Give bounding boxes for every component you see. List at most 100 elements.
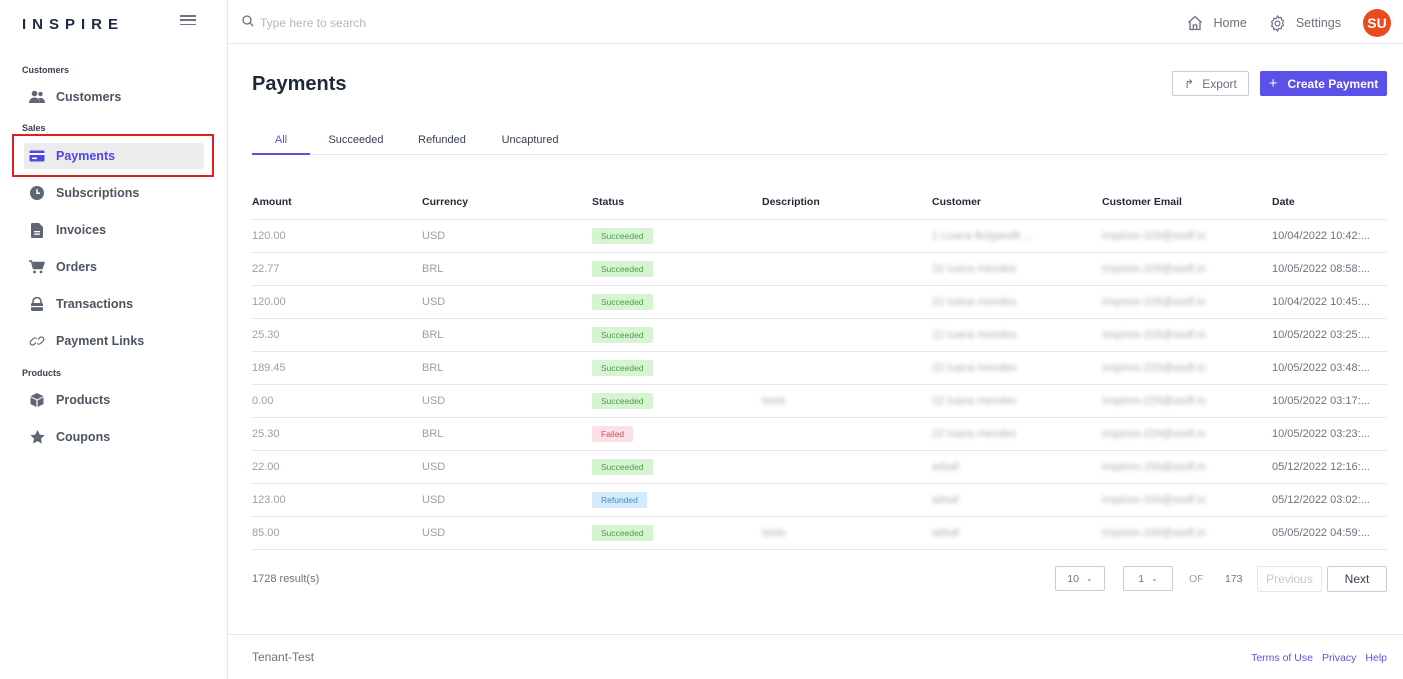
clock-icon	[29, 185, 45, 201]
settings-link[interactable]: Settings	[1269, 14, 1341, 32]
cell-description	[762, 285, 932, 319]
sidebar-item-label: Coupons	[56, 430, 111, 444]
table-row[interactable]: 120.00 USD Succeeded 1 Luana Bulgarelli ...…	[252, 219, 1387, 253]
cell-status: Succeeded	[592, 318, 762, 352]
brand-logo[interactable]: INSPIRE	[22, 14, 124, 34]
cell-email: inspires-156@asdf.io	[1102, 516, 1272, 550]
sidebar-item-label: Subscriptions	[56, 186, 140, 200]
table-row[interactable]: 123.00 USD Refunded adsaf inspires-156@asdf.…	[252, 483, 1387, 517]
status-badge: Succeeded	[592, 326, 653, 343]
home-icon	[1188, 15, 1203, 31]
cell-currency: BRL	[422, 252, 592, 286]
export-button[interactable]: ↱ Export	[1172, 71, 1249, 96]
status-badge: Succeeded	[592, 260, 653, 277]
column-header-currency[interactable]: Currency	[422, 186, 592, 220]
table-row[interactable]: 0.00 USD Succeeded teste 22 luana mendes insp…	[252, 384, 1387, 418]
payments-table: Amount Currency Status Description Custo…	[252, 186, 1387, 550]
column-header-customer-email[interactable]: Customer Email	[1102, 186, 1272, 220]
tab-succeeded[interactable]: Succeeded	[316, 128, 396, 155]
search-bar[interactable]	[242, 14, 560, 32]
avatar[interactable]: SU	[1363, 9, 1391, 37]
sidebar-item-subscriptions[interactable]: Subscriptions	[24, 180, 204, 206]
sidebar-item-payment-links[interactable]: Payment Links	[24, 328, 204, 354]
status-tabs: All Succeeded Refunded Uncaptured	[252, 128, 1387, 155]
column-header-description[interactable]: Description	[762, 186, 932, 220]
table-row[interactable]: 189.45 BRL Succeeded 22 luana mendes inspire…	[252, 351, 1387, 385]
column-header-amount[interactable]: Amount	[252, 186, 422, 220]
cell-currency: USD	[422, 219, 592, 253]
customer-email: inspires-229@asdf.io	[1102, 229, 1206, 242]
home-link[interactable]: Home	[1187, 15, 1247, 31]
cell-description	[762, 483, 932, 517]
section-label-customers: Customers	[22, 65, 70, 75]
previous-button[interactable]: Previous	[1257, 566, 1322, 592]
sidebar-item-invoices[interactable]: Invoices	[24, 217, 204, 243]
sidebar-item-customers[interactable]: Customers	[24, 84, 204, 110]
help-link[interactable]: Help	[1365, 652, 1387, 664]
sidebar-item-coupons[interactable]: Coupons	[24, 424, 204, 450]
box-icon	[29, 392, 45, 408]
cell-status: Succeeded	[592, 351, 762, 385]
page-size-select[interactable]: 10 ⌄	[1055, 566, 1105, 591]
column-header-date[interactable]: Date	[1272, 186, 1387, 220]
tab-refunded[interactable]: Refunded	[404, 128, 480, 155]
cell-email: inspires-229@asdf.io	[1102, 384, 1272, 418]
cell-date: 05/05/2022 04:59:...	[1272, 516, 1387, 550]
sidebar-item-products[interactable]: Products	[24, 387, 204, 413]
tenant-name: Tenant-Test	[252, 650, 315, 664]
cell-email: inspires-229@asdf.io	[1102, 219, 1272, 253]
tab-uncaptured[interactable]: Uncaptured	[488, 128, 572, 155]
column-header-customer[interactable]: Customer	[932, 186, 1102, 220]
cell-status: Succeeded	[592, 450, 762, 484]
table-row[interactable]: 25.30 BRL Failed 22 luana mendes inspires-22…	[252, 417, 1387, 451]
topbar: Home Settings SU	[228, 0, 1403, 44]
gear-icon	[1270, 14, 1285, 32]
table-row[interactable]: 25.30 BRL Succeeded 22 luana mendes inspires…	[252, 318, 1387, 352]
cell-email: inspires-156@asdf.io	[1102, 450, 1272, 484]
customer-email: inspires-229@asdf.io	[1102, 262, 1206, 275]
footer-links: Terms of Use Privacy Help	[1242, 652, 1387, 664]
plus-icon: +	[1268, 75, 1278, 92]
status-badge: Succeeded	[592, 392, 653, 409]
cell-customer: 22 luana mendes	[932, 351, 1102, 385]
star-icon	[29, 429, 45, 445]
cell-description	[762, 351, 932, 385]
column-header-status[interactable]: Status	[592, 186, 762, 220]
sidebar-item-orders[interactable]: Orders	[24, 254, 204, 280]
status-badge: Failed	[592, 425, 634, 442]
cell-currency: BRL	[422, 417, 592, 451]
table-row[interactable]: 120.00 USD Succeeded 22 luana mendes inspire…	[252, 285, 1387, 319]
cell-email: inspires-229@asdf.io	[1102, 285, 1272, 319]
terms-link[interactable]: Terms of Use	[1251, 652, 1313, 664]
cell-email: inspires-229@asdf.io	[1102, 318, 1272, 352]
privacy-link[interactable]: Privacy	[1322, 652, 1356, 664]
results-count: 1728 result(s)	[252, 573, 320, 585]
table-row[interactable]: 22.00 USD Succeeded adsaf inspires-156@asdf.…	[252, 450, 1387, 484]
page-number-select[interactable]: 1 ⌄	[1123, 566, 1173, 591]
cell-amount: 25.30	[252, 318, 422, 352]
description-text: teste	[762, 394, 786, 407]
cell-customer: adsaf	[932, 516, 1102, 550]
tab-all[interactable]: All	[252, 128, 310, 155]
customer-name: 22 luana mendes	[932, 394, 1017, 407]
cell-amount: 22.00	[252, 450, 422, 484]
cell-date: 10/05/2022 03:48:...	[1272, 351, 1387, 385]
cell-currency: BRL	[422, 351, 592, 385]
table-row[interactable]: 22.77 BRL Succeeded 22 luana mendes inspires…	[252, 252, 1387, 286]
page-number-value: 1	[1138, 572, 1145, 585]
cell-status: Succeeded	[592, 285, 762, 319]
customer-name: adsaf	[932, 526, 959, 539]
create-payment-button[interactable]: + Create Payment	[1260, 71, 1387, 96]
next-button[interactable]: Next	[1327, 566, 1387, 592]
chevron-down-icon: ⌄	[1085, 574, 1093, 583]
cell-amount: 189.45	[252, 351, 422, 385]
cell-amount: 123.00	[252, 483, 422, 517]
menu-toggle-icon[interactable]	[180, 13, 196, 27]
sidebar-item-transactions[interactable]: Transactions	[24, 291, 204, 317]
customer-email: inspires-229@asdf.io	[1102, 295, 1206, 308]
cell-description	[762, 252, 932, 286]
customer-email: inspires-229@asdf.io	[1102, 328, 1206, 341]
cell-customer: adsaf	[932, 450, 1102, 484]
table-row[interactable]: 85.00 USD Succeeded teste adsaf inspires-156@…	[252, 516, 1387, 550]
search-input[interactable]	[260, 16, 560, 30]
